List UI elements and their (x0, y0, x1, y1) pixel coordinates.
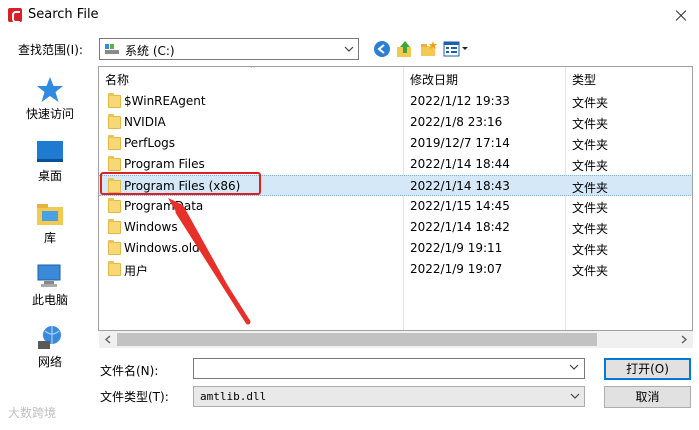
file-type: 文件夹 (572, 117, 609, 131)
sort-ascending-icon: ⌃ (249, 66, 257, 75)
place-this-pc[interactable]: 此电脑 (5, 255, 95, 313)
filename-label: 文件名(N): (100, 364, 159, 378)
folder-icon (108, 156, 121, 171)
places-bar: 快速访问 桌面 库 此电脑 网络 (5, 65, 95, 375)
file-name: Windows.old (124, 241, 200, 255)
filetype-value: amtlib.dll (200, 390, 267, 403)
file-date: 2022/1/14 18:44 (410, 157, 510, 171)
file-name: Windows (124, 220, 178, 234)
open-button[interactable]: 打开(O) (604, 358, 691, 380)
back-arrow-icon (374, 41, 390, 57)
place-quick-access[interactable]: 快速访问 (5, 69, 95, 127)
filename-input[interactable] (193, 358, 585, 379)
folder-icon (108, 198, 121, 213)
scroll-right-icon[interactable] (677, 333, 691, 346)
look-in-value: 系统 (C:) (125, 44, 175, 58)
file-date: 2019/12/7 17:14 (410, 136, 510, 150)
place-library[interactable]: 库 (5, 193, 95, 251)
file-list-header: ⌃ 名称 修改日期 类型 (99, 67, 692, 89)
file-type: 文件夹 (572, 222, 609, 236)
file-type: 文件夹 (572, 264, 609, 278)
drive-icon (105, 44, 119, 54)
file-type: 文件夹 (572, 159, 609, 173)
up-folder-icon (397, 41, 411, 57)
file-type: 文件夹 (572, 181, 609, 195)
title-bar: Search File (0, 0, 699, 31)
file-date: 2022/1/14 18:42 (410, 220, 510, 234)
app-icon (8, 8, 22, 23)
file-row[interactable]: $WinREAgent 2022/1/12 19:33 文件夹 (99, 91, 692, 112)
new-folder-button[interactable] (420, 40, 438, 58)
column-date-header[interactable]: 修改日期 (410, 71, 458, 88)
chevron-down-icon (570, 393, 580, 399)
back-button[interactable] (373, 40, 391, 58)
view-menu-button[interactable] (443, 40, 469, 58)
place-network[interactable]: 网络 (5, 317, 95, 375)
filetype-select[interactable]: amtlib.dll (193, 386, 585, 407)
file-name: NVIDIA (124, 115, 166, 129)
file-row[interactable]: 用户 2022/1/9 19:07 文件夹 (99, 259, 692, 280)
folder-icon (108, 240, 121, 255)
look-in-label: 查找范围(I): (18, 43, 83, 57)
cancel-button[interactable]: 取消 (604, 386, 691, 408)
place-label: 快速访问 (25, 107, 74, 121)
view-grid-icon (443, 41, 468, 57)
place-label: 桌面 (37, 169, 62, 183)
star-icon (37, 77, 63, 102)
scroll-left-icon[interactable] (101, 333, 115, 346)
scrollbar-thumb[interactable] (117, 333, 597, 346)
close-button[interactable] (663, 0, 699, 31)
library-icon (37, 204, 63, 225)
file-row[interactable]: Windows.old 2022/1/9 19:11 文件夹 (99, 238, 692, 259)
file-date: 2022/1/9 19:07 (410, 262, 503, 276)
file-row[interactable]: ProgramData 2022/1/15 14:45 文件夹 (99, 196, 692, 217)
folder-icon (108, 261, 121, 276)
file-name: PerfLogs (124, 136, 176, 150)
file-row[interactable]: NVIDIA 2022/1/8 23:16 文件夹 (99, 112, 692, 133)
place-desktop[interactable]: 桌面 (5, 131, 95, 189)
file-date: 2022/1/15 14:45 (410, 199, 510, 213)
chevron-down-icon (344, 44, 354, 54)
folder-icon (108, 114, 121, 129)
filetype-label: 文件类型(T): (100, 390, 169, 404)
desktop-icon (37, 141, 63, 162)
horizontal-scrollbar[interactable] (99, 331, 693, 348)
network-icon (38, 326, 61, 349)
place-label: 网络 (37, 355, 62, 369)
computer-icon (37, 264, 61, 287)
new-folder-icon (421, 41, 437, 56)
place-label: 此电脑 (31, 293, 68, 307)
file-date: 2022/1/14 18:43 (410, 179, 510, 193)
file-date: 2022/1/12 19:33 (410, 94, 510, 108)
file-row[interactable]: Windows 2022/1/14 18:42 文件夹 (99, 217, 692, 238)
file-type: 文件夹 (572, 96, 609, 110)
file-date: 2022/1/9 19:11 (410, 241, 503, 255)
window-title: Search File (28, 7, 99, 22)
highlight-annotation (100, 172, 261, 195)
folder-icon (108, 93, 121, 108)
file-name: Program Files (124, 157, 205, 171)
column-name-header[interactable]: 名称 (105, 71, 129, 88)
chevron-down-icon[interactable] (569, 362, 579, 372)
file-name: 用户 (124, 264, 149, 278)
file-name: $WinREAgent (124, 94, 206, 108)
watermark: 大数跨境 (8, 406, 57, 420)
file-row[interactable]: PerfLogs 2019/12/7 17:14 文件夹 (99, 133, 692, 154)
file-type: 文件夹 (572, 201, 609, 215)
place-label: 库 (43, 231, 56, 245)
file-date: 2022/1/8 23:16 (410, 115, 503, 129)
file-list[interactable]: ⌃ 名称 修改日期 类型 $WinREAgent 2022/1/12 19:33… (98, 66, 693, 331)
file-type: 文件夹 (572, 243, 609, 257)
file-type: 文件夹 (572, 138, 609, 152)
up-folder-button[interactable] (396, 40, 414, 58)
column-type-header[interactable]: 类型 (572, 71, 596, 88)
folder-icon (108, 135, 121, 150)
look-in-combo[interactable]: 系统 (C:) (99, 38, 359, 60)
file-name: ProgramData (124, 199, 204, 213)
folder-icon (108, 219, 121, 234)
